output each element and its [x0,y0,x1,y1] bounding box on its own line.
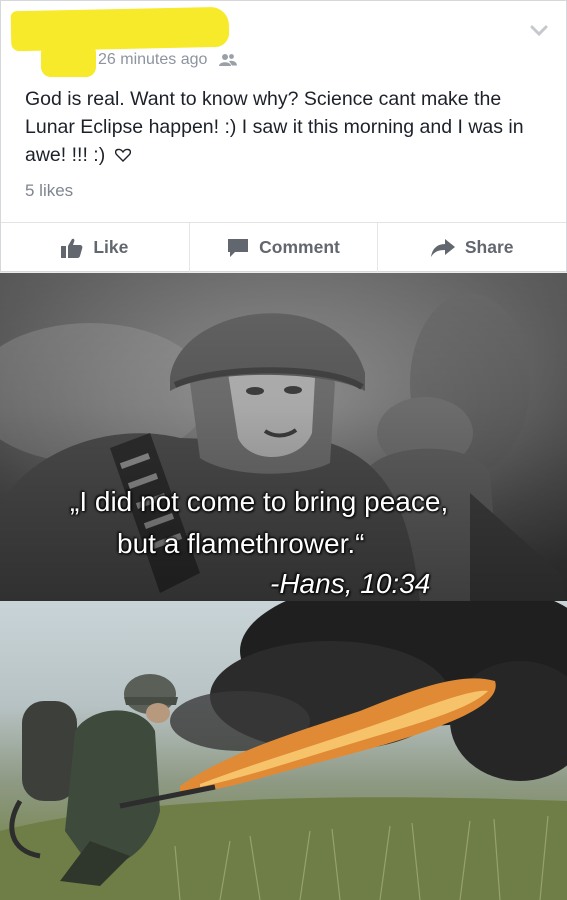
like-button[interactable]: Like [1,223,190,272]
comment-icon [228,238,249,257]
flamethrower-photo-illustration [0,601,567,900]
comment-label: Comment [259,237,340,257]
post-timestamp[interactable]: 26 minutes ago [98,51,207,69]
action-bar: Like Comment Share [1,222,566,272]
quote-line-2: but a flamethrower.“ [117,528,365,559]
post-body: God is real. Want to know why? Science c… [25,85,535,169]
likes-count[interactable]: 5 likes [25,181,73,201]
thumbs-up-icon [61,238,83,258]
share-arrow-icon [430,238,455,257]
share-label: Share [464,237,514,257]
post-text: God is real. Want to know why? Science c… [25,88,524,166]
like-label: Like [93,237,129,257]
post-card: 26 minutes ago God is real. Want to know… [0,0,567,272]
friends-icon [219,54,238,66]
comment-button[interactable]: Comment [190,223,379,272]
quote-attribution: -Hans, 10:34 [270,568,431,599]
quote-line-1: „I did not come to bring peace, [70,486,449,517]
post-meta: 26 minutes ago [98,50,238,70]
meme-photo-bottom [0,601,567,900]
chevron-down-icon[interactable] [530,25,548,37]
heart-icon [114,148,131,162]
meme-photo-top: „I did not come to bring peace, but a fl… [0,273,567,601]
share-button[interactable]: Share [378,223,566,272]
redacted-avatar [41,43,96,77]
